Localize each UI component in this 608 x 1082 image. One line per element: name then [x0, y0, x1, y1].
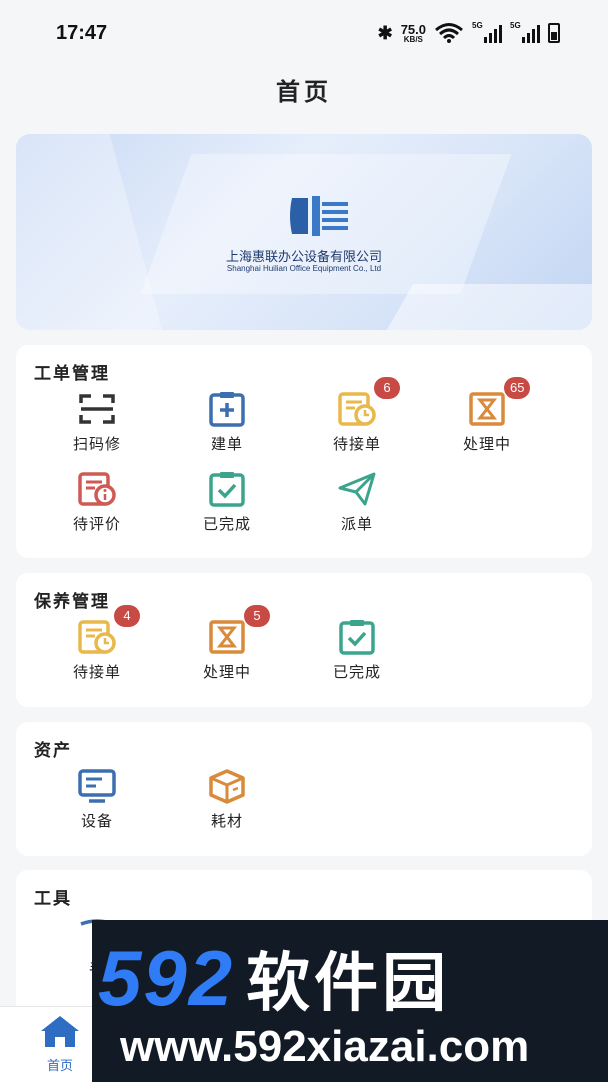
tab-home[interactable]: 首页 [30, 1013, 90, 1074]
maintenance-pending-button[interactable]: 待接单 4 [32, 605, 162, 682]
hourglass-icon [469, 392, 505, 426]
count-badge: 5 [244, 605, 270, 627]
section-title: 保养管理 [34, 592, 110, 612]
section-title: 工具 [34, 889, 72, 909]
rating-pending-icon [78, 472, 116, 506]
hourglass-icon [209, 620, 245, 654]
signal-icon: 5G [472, 21, 502, 43]
clipboard-check-icon [209, 472, 245, 507]
consumables-button[interactable]: 耗材 [162, 768, 292, 831]
count-badge: 6 [374, 377, 400, 399]
company-logo [290, 196, 348, 236]
count-badge: 4 [114, 605, 140, 627]
home-icon [41, 1016, 79, 1047]
company-name-en: Shanghai Huilian Office Equipment Co., L… [226, 264, 382, 273]
create-order-button[interactable]: 建单 [162, 391, 292, 454]
assets-card: 资产 设备 耗材 [16, 722, 592, 856]
monitor-icon [78, 769, 116, 803]
maintenance-in-progress-button[interactable]: 处理中 5 [162, 605, 292, 682]
company-name-cn: 上海惠联办公设备有限公司 [225, 250, 382, 265]
equipment-button[interactable]: 设备 [32, 768, 162, 831]
dispatch-button[interactable]: 派单 [292, 471, 422, 534]
battery-icon [548, 23, 560, 43]
clipboard-plus-icon [209, 392, 245, 427]
watermark-url: www.592xiazai.com [120, 1022, 530, 1071]
pending-clock-icon [338, 392, 376, 426]
company-banner[interactable]: 上海惠联办公设备有限公司 Shanghai Huilian Office Equ… [16, 134, 592, 330]
maintenance-card: 保养管理 待接单 4 处理中 5 已完成 [16, 573, 592, 707]
section-title: 资产 [34, 741, 72, 761]
page-title: 首页 [276, 78, 332, 106]
scan-repair-button[interactable]: 扫码修 [32, 391, 162, 454]
in-progress-button[interactable]: 处理中 65 [422, 377, 552, 454]
network-speed: 75.0 KB/S [400, 21, 426, 44]
signal-icon-2: 5G [510, 21, 540, 43]
pending-orders-button[interactable]: 待接单 6 [292, 377, 422, 454]
scan-icon [79, 394, 115, 424]
watermark-number: 592 [98, 934, 235, 1022]
section-title: 工单管理 [34, 364, 110, 384]
count-badge: 65 [504, 377, 531, 399]
watermark-overlay: 592 软件园 www.592xiazai.com [92, 920, 608, 1082]
status-icons: ✱ 75.0 KB/S 5G 5G [377, 21, 560, 44]
watermark-text: 软件园 [246, 947, 451, 1021]
pending-review-button[interactable]: 待评价 [32, 471, 162, 534]
bluetooth-icon: ✱ [377, 22, 393, 43]
status-bar: 17:47 ✱ 75.0 KB/S 5G 5G [0, 0, 608, 66]
paper-plane-icon [338, 472, 376, 506]
completed-button[interactable]: 已完成 [162, 471, 292, 534]
work-orders-card: 工单管理 扫码修 建单 待接单 6 处理中 65 待评价 已完成 派单 [16, 345, 592, 558]
tab-home-label: 首页 [46, 1059, 73, 1074]
pending-clock-icon [78, 620, 116, 654]
clipboard-check-icon [339, 620, 375, 655]
wifi-icon [435, 23, 463, 43]
box-icon [209, 769, 245, 804]
maintenance-completed-button[interactable]: 已完成 [292, 619, 422, 682]
status-time: 17:47 [56, 21, 108, 44]
